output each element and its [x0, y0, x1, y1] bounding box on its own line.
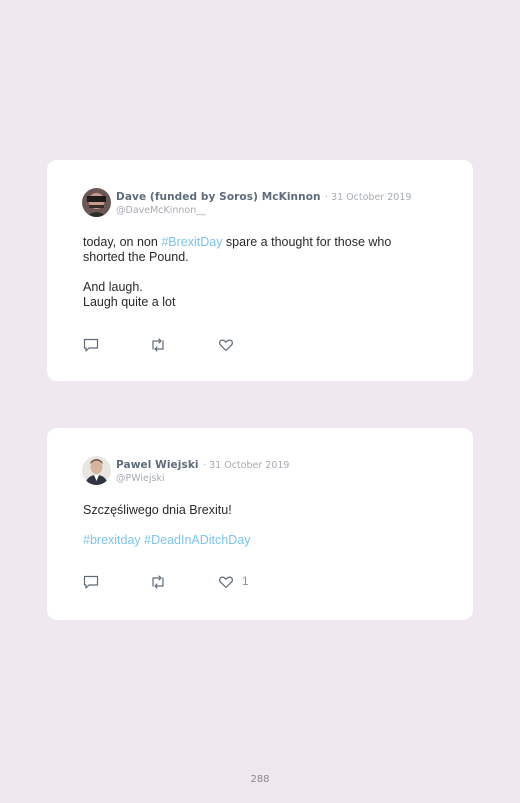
tweet-text: today, on non #BrexitDay spare a thought…	[83, 235, 433, 310]
tweet-text-line: And laugh.	[83, 280, 143, 294]
retweet-icon[interactable]	[150, 574, 166, 590]
hashtag-links[interactable]: #brexitday #DeadInADitchDay	[83, 533, 433, 548]
avatar[interactable]	[82, 456, 111, 485]
like-count: 1	[242, 574, 249, 588]
tweet-card: Dave (funded by Soros) McKinnon · 31 Oct…	[47, 160, 473, 381]
tweet-text-line: Szczęśliwego dnia Brexitu!	[83, 503, 232, 517]
tweet-card: Pawel Wiejski · 31 October 2019 @PWiejsk…	[47, 428, 473, 620]
author-name[interactable]: Dave (funded by Soros) McKinnon	[116, 191, 321, 203]
hashtag-link[interactable]: #BrexitDay	[161, 235, 222, 249]
reply-icon[interactable]	[83, 574, 99, 590]
author-name[interactable]: Pawel Wiejski	[116, 459, 199, 471]
tweet-date[interactable]: · 31 October 2019	[203, 460, 289, 471]
heart-icon[interactable]	[218, 574, 234, 590]
retweet-icon[interactable]	[150, 337, 166, 353]
page-number: 288	[250, 774, 270, 785]
author-handle[interactable]: @DaveMcKinnon__	[116, 204, 453, 217]
tweet-text-line: today, on non #BrexitDay spare a thought…	[83, 235, 433, 265]
author-handle[interactable]: @PWiejski	[116, 472, 453, 485]
avatar[interactable]	[82, 188, 111, 217]
tweet-header: Pawel Wiejski · 31 October 2019 @PWiejsk…	[116, 457, 453, 485]
tweet-date[interactable]: · 31 October 2019	[325, 192, 411, 203]
heart-icon[interactable]	[218, 337, 234, 353]
tweet-text-line: Laugh quite a lot	[83, 295, 176, 309]
tweet-text: Szczęśliwego dnia Brexitu! #brexitday #D…	[83, 503, 433, 548]
reply-icon[interactable]	[83, 337, 99, 353]
tweet-header: Dave (funded by Soros) McKinnon · 31 Oct…	[116, 189, 453, 217]
tweet-text-start: today, on non	[83, 235, 162, 249]
